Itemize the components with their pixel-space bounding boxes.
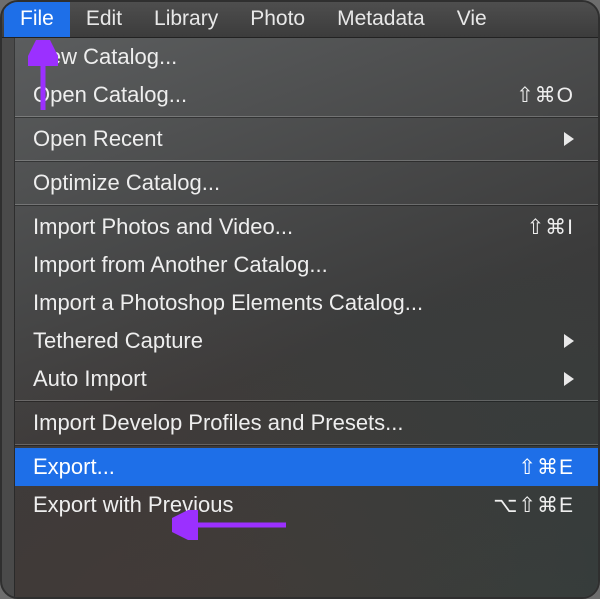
menubar-item-metadata[interactable]: Metadata <box>321 2 441 37</box>
menu-item-export-with-previous[interactable]: Export with Previous ⌥⇧⌘E <box>15 486 598 524</box>
menu-item-auto-import[interactable]: Auto Import <box>15 360 598 398</box>
chevron-right-icon <box>564 372 574 386</box>
menu-item-label: Open Recent <box>33 126 552 152</box>
menu-item-optimize-catalog[interactable]: Optimize Catalog... <box>15 164 598 202</box>
menu-item-label: Import Photos and Video... <box>33 214 494 240</box>
menu-item-label: Auto Import <box>33 366 552 392</box>
menu-separator <box>15 444 598 446</box>
menu-item-open-recent[interactable]: Open Recent <box>15 120 598 158</box>
menubar-item-view[interactable]: Vie <box>441 2 503 37</box>
menu-item-import-photos-video[interactable]: Import Photos and Video... ⇧⌘I <box>15 208 598 246</box>
menu-item-tethered-capture[interactable]: Tethered Capture <box>15 322 598 360</box>
menu-item-label: Export... <box>33 454 494 480</box>
menu-item-label: New Catalog... <box>33 44 574 70</box>
chevron-right-icon <box>564 132 574 146</box>
menu-item-label: Open Catalog... <box>33 82 494 108</box>
menubar-item-file[interactable]: File <box>4 2 70 37</box>
menubar-item-edit[interactable]: Edit <box>70 2 138 37</box>
menubar-item-library[interactable]: Library <box>138 2 234 37</box>
chevron-right-icon <box>564 334 574 348</box>
file-menu-dropdown: New Catalog... Open Catalog... ⇧⌘O Open … <box>14 38 598 597</box>
menu-item-shortcut: ⌥⇧⌘E <box>493 493 574 518</box>
menu-item-label: Export with Previous <box>33 492 493 518</box>
menu-item-shortcut: ⇧⌘E <box>494 455 574 480</box>
menu-item-export[interactable]: Export... ⇧⌘E <box>15 448 598 486</box>
menu-item-open-catalog[interactable]: Open Catalog... ⇧⌘O <box>15 76 598 114</box>
menu-separator <box>15 400 598 402</box>
menu-item-label: Import from Another Catalog... <box>33 252 574 278</box>
menu-separator <box>15 204 598 206</box>
menubar: File Edit Library Photo Metadata Vie <box>2 2 598 38</box>
menu-item-import-another-catalog[interactable]: Import from Another Catalog... <box>15 246 598 284</box>
menu-separator <box>15 116 598 118</box>
menu-item-new-catalog[interactable]: New Catalog... <box>15 38 598 76</box>
menu-item-label: Import Develop Profiles and Presets... <box>33 410 574 436</box>
menu-separator <box>15 160 598 162</box>
menu-item-import-pse-catalog[interactable]: Import a Photoshop Elements Catalog... <box>15 284 598 322</box>
menu-item-label: Import a Photoshop Elements Catalog... <box>33 290 574 316</box>
menu-item-label: Tethered Capture <box>33 328 552 354</box>
menubar-item-photo[interactable]: Photo <box>234 2 321 37</box>
menu-item-import-develop-profiles[interactable]: Import Develop Profiles and Presets... <box>15 404 598 442</box>
app-window: File Edit Library Photo Metadata Vie New… <box>0 0 600 599</box>
menu-item-label: Optimize Catalog... <box>33 170 574 196</box>
menu-item-shortcut: ⇧⌘O <box>494 83 574 108</box>
menu-item-shortcut: ⇧⌘I <box>494 215 574 240</box>
